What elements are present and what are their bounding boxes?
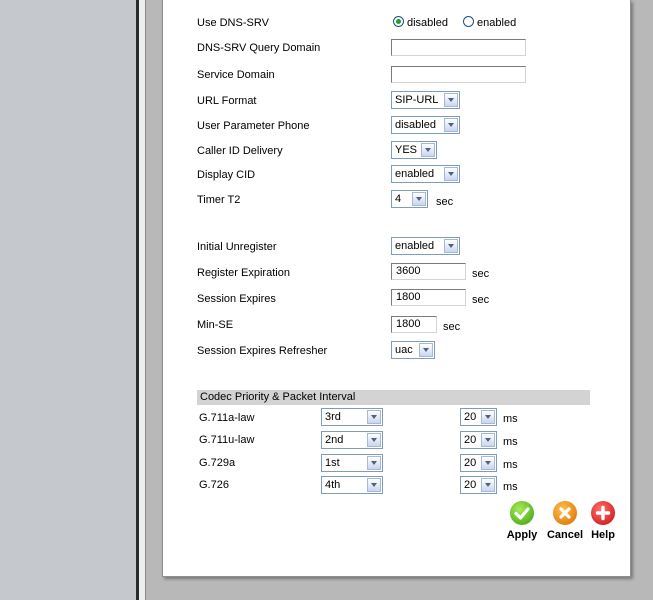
codec-name: G.711u-law: [199, 434, 255, 446]
codec-interval-unit: ms: [503, 459, 518, 471]
chevron-down-icon[interactable]: [367, 433, 381, 447]
cancel-label: Cancel: [546, 529, 584, 541]
url-format-select[interactable]: SIP-URL: [391, 91, 460, 109]
apply-label: Apply: [506, 529, 538, 541]
chevron-down-icon[interactable]: [367, 478, 381, 492]
service-domain-label: Service Domain: [197, 69, 275, 81]
codec-priority-value: 4th: [325, 479, 341, 491]
session-refresher-label: Session Expires Refresher: [197, 345, 328, 357]
url-format-label: URL Format: [197, 95, 257, 107]
chevron-down-icon[interactable]: [412, 192, 426, 206]
register-expiration-unit: sec: [472, 268, 490, 280]
chevron-down-icon[interactable]: [444, 93, 458, 107]
timer-t2-label: Timer T2: [197, 194, 241, 206]
user-param-phone-value: disabled: [395, 119, 436, 131]
codec-interval-value: 20: [464, 457, 477, 469]
chevron-down-icon[interactable]: [367, 456, 381, 470]
dns-srv-disabled-radio[interactable]: [393, 16, 404, 27]
display-cid-select[interactable]: enabled: [391, 165, 460, 183]
initial-unregister-value: enabled: [395, 240, 435, 252]
chevron-down-icon[interactable]: [419, 343, 433, 357]
codec-interval-select[interactable]: 20: [460, 408, 497, 426]
dns-srv-disabled-option[interactable]: disabled: [393, 16, 451, 29]
help-button[interactable]: Help: [587, 501, 619, 541]
codec-name: G.711a-law: [199, 412, 255, 424]
codec-section-header: Codec Priority & Packet Interval: [197, 390, 590, 405]
dns-srv-enabled-option[interactable]: enabled: [463, 16, 517, 29]
dns-srv-enabled-radio[interactable]: [463, 16, 475, 27]
register-expiration-input[interactable]: 3600: [391, 263, 466, 280]
timer-t2-value: 4: [395, 193, 402, 205]
timer-t2-select[interactable]: 4: [391, 190, 428, 208]
x-icon[interactable]: [553, 501, 577, 525]
left-sidebar: [0, 0, 139, 600]
codec-priority-select[interactable]: 2nd: [321, 431, 383, 449]
cancel-button[interactable]: Cancel: [544, 501, 586, 541]
min-se-label: Min-SE: [197, 319, 234, 331]
query-domain-label: DNS-SRV Query Domain: [197, 42, 321, 54]
dns-srv-label: Use DNS-SRV: [197, 17, 269, 29]
caller-id-delivery-value: YES: [395, 144, 418, 156]
initial-unregister-select[interactable]: enabled: [391, 237, 460, 255]
min-se-input[interactable]: 1800: [391, 316, 437, 333]
codec-interval-select[interactable]: 20: [460, 476, 497, 494]
dns-srv-radio-group: disabled enabled: [393, 16, 516, 29]
chevron-down-icon[interactable]: [481, 410, 495, 424]
codec-priority-select[interactable]: 1st: [321, 454, 383, 472]
plus-icon[interactable]: [591, 501, 615, 525]
codec-interval-select[interactable]: 20: [460, 431, 497, 449]
codec-name: G.726: [199, 479, 229, 491]
chevron-down-icon[interactable]: [367, 410, 381, 424]
codec-priority-select[interactable]: 3rd: [321, 408, 383, 426]
session-expires-input[interactable]: 1800: [391, 289, 466, 306]
chevron-down-icon[interactable]: [481, 433, 495, 447]
dns-srv-disabled-label: disabled: [407, 17, 448, 29]
chevron-down-icon[interactable]: [444, 167, 458, 181]
query-domain-input[interactable]: [391, 39, 526, 56]
session-expires-unit: sec: [472, 294, 490, 306]
checkmark-icon[interactable]: [510, 501, 534, 525]
dns-srv-enabled-label: enabled: [477, 17, 517, 29]
codec-interval-unit: ms: [503, 413, 518, 425]
codec-priority-value: 2nd: [325, 434, 344, 446]
codec-interval-unit: ms: [503, 481, 518, 493]
codec-priority-value: 3rd: [325, 411, 341, 423]
chevron-down-icon[interactable]: [444, 118, 458, 132]
chevron-down-icon[interactable]: [421, 143, 435, 157]
user-param-phone-select[interactable]: disabled: [391, 116, 460, 134]
display-cid-label: Display CID: [197, 169, 256, 181]
caller-id-delivery-label: Caller ID Delivery: [197, 145, 283, 157]
chevron-down-icon[interactable]: [444, 239, 458, 253]
codec-name: G.729a: [199, 457, 236, 469]
chevron-down-icon[interactable]: [481, 456, 495, 470]
apply-button[interactable]: Apply: [503, 501, 541, 541]
register-expiration-label: Register Expiration: [197, 267, 290, 279]
session-expires-label: Session Expires: [197, 293, 276, 305]
service-domain-input[interactable]: [391, 66, 526, 83]
min-se-unit: sec: [443, 321, 461, 333]
initial-unregister-label: Initial Unregister: [197, 241, 277, 253]
codec-interval-select[interactable]: 20: [460, 454, 497, 472]
codec-interval-value: 20: [464, 434, 477, 446]
chevron-down-icon[interactable]: [481, 478, 495, 492]
url-format-value: SIP-URL: [395, 94, 439, 106]
timer-t2-unit: sec: [436, 196, 454, 208]
codec-interval-unit: ms: [503, 436, 518, 448]
session-refresher-select[interactable]: uac: [391, 341, 435, 359]
help-label: Help: [591, 529, 615, 541]
user-param-phone-label: User Parameter Phone: [197, 120, 310, 132]
codec-priority-value: 1st: [325, 457, 340, 469]
session-refresher-value: uac: [395, 344, 413, 356]
caller-id-delivery-select[interactable]: YES: [391, 141, 437, 159]
codec-priority-select[interactable]: 4th: [321, 476, 383, 494]
codec-interval-value: 20: [464, 411, 477, 423]
display-cid-value: enabled: [395, 168, 435, 180]
codec-interval-value: 20: [464, 479, 477, 491]
